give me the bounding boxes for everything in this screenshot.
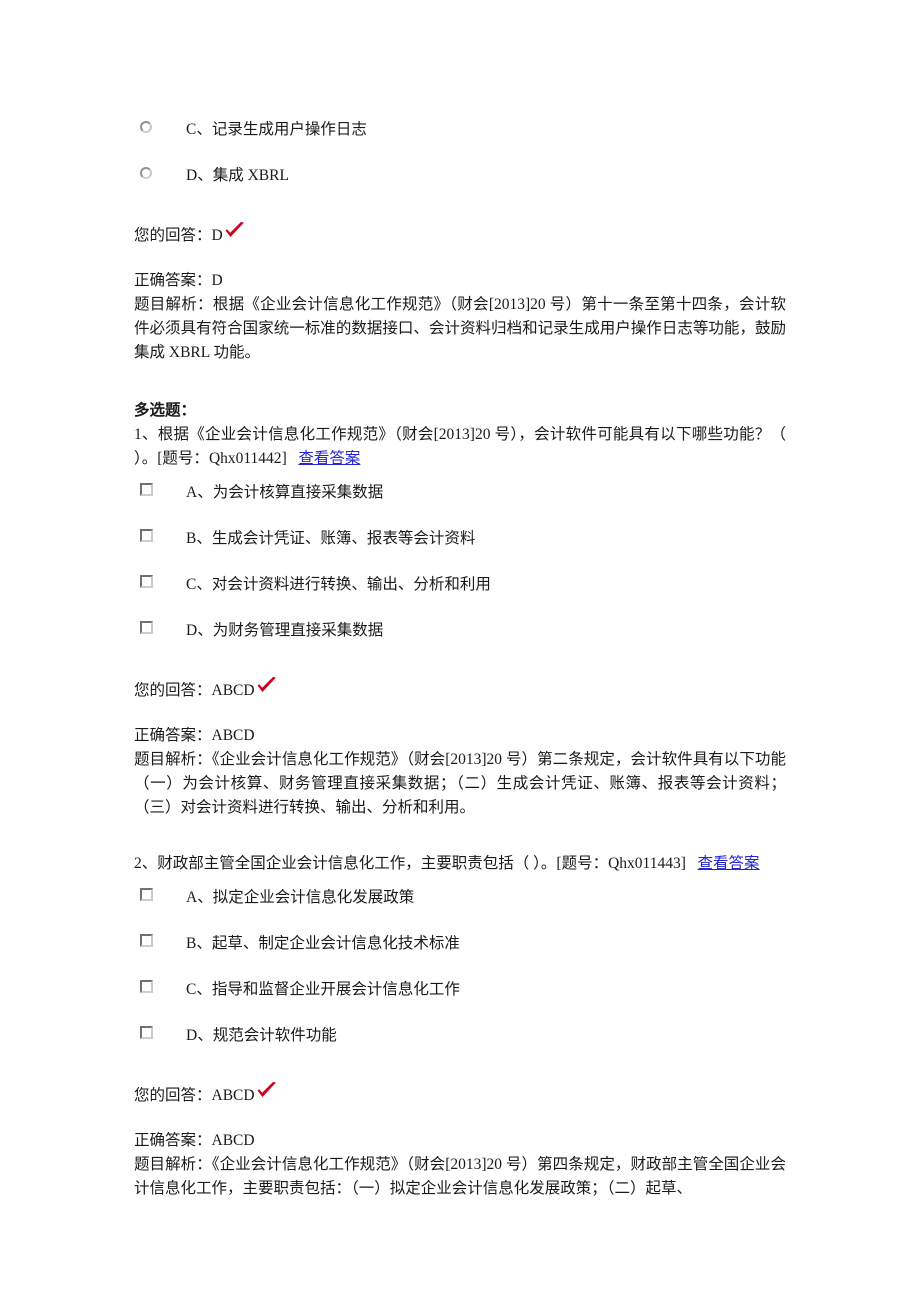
exam-review-page: C、记录生成用户操作日志 D、集成 XBRL 您的回答： D 正确答案：D 题目… bbox=[134, 0, 786, 1201]
option-row[interactable]: B、起草、制定企业会计信息化技术标准 bbox=[134, 932, 786, 978]
question-id-prefix: [题号： bbox=[157, 449, 209, 467]
option-label: B、起草、制定企业会计信息化技术标准 bbox=[186, 934, 460, 952]
correct-check-icon bbox=[256, 676, 278, 694]
question-id-prefix: [题号： bbox=[556, 854, 609, 872]
explanation-paragraph: 题目解析：根据《企业会计信息化工作规范》（财会[2013]20 号）第十一条至第… bbox=[134, 293, 786, 365]
option-label: B、生成会计凭证、账簿、报表等会计资料 bbox=[186, 529, 476, 547]
explanation-text: 《企业会计信息化工作规范》（财会[2013]20 号）第四条规定，财政部主管全国… bbox=[134, 1156, 786, 1198]
explanation-label: 题目解析： bbox=[134, 296, 213, 314]
option-row[interactable]: B、生成会计凭证、账簿、报表等会计资料 bbox=[134, 527, 786, 573]
question-id-suffix: ] bbox=[281, 449, 287, 467]
your-answer-label: 您的回答： bbox=[134, 227, 212, 244]
your-answer-line: 您的回答： ABCD bbox=[134, 1081, 786, 1107]
correct-answer-value: D bbox=[211, 272, 223, 290]
option-label: D、集成 XBRL bbox=[186, 167, 289, 184]
correct-answer-label: 正确答案： bbox=[134, 1132, 212, 1150]
correct-answer-line: 正确答案：ABCD bbox=[134, 724, 786, 748]
explanation-paragraph: 题目解析：《企业会计信息化工作规范》（财会[2013]20 号）第四条规定，财政… bbox=[134, 1153, 786, 1201]
checkbox-option-d[interactable] bbox=[140, 620, 153, 639]
question-number: 1、 bbox=[134, 425, 158, 443]
question-stem: 1、根据《企业会计信息化工作规范》（财会[2013]20 号），会计软件可能具有… bbox=[134, 423, 786, 471]
option-row[interactable]: C、指导和监督企业开展会计信息化工作 bbox=[134, 978, 786, 1024]
option-row[interactable]: D、规范会计软件功能 bbox=[134, 1024, 786, 1070]
question-id: Qhx011443 bbox=[608, 854, 681, 872]
checkbox-option-c[interactable] bbox=[140, 574, 153, 593]
correct-check-icon bbox=[256, 1081, 278, 1099]
your-answer-label: 您的回答： bbox=[134, 1086, 212, 1104]
option-row[interactable]: D、为财务管理直接采集数据 bbox=[134, 619, 786, 665]
your-answer-line: 您的回答： ABCD bbox=[134, 676, 786, 702]
option-row[interactable]: C、对会计资料进行转换、输出、分析和利用 bbox=[134, 573, 786, 619]
option-row[interactable]: D、集成 XBRL bbox=[134, 164, 786, 210]
checkbox-option-b[interactable] bbox=[140, 528, 153, 547]
option-row[interactable]: C、记录生成用户操作日志 bbox=[134, 118, 786, 164]
checkbox-option-a[interactable] bbox=[140, 482, 153, 501]
view-answer-link[interactable]: 查看答案 bbox=[298, 450, 360, 467]
checkbox-option-c[interactable] bbox=[140, 979, 153, 998]
checkbox-option-d[interactable] bbox=[140, 1025, 153, 1044]
radio-option-d[interactable] bbox=[140, 166, 152, 184]
your-answer-line: 您的回答： D bbox=[134, 221, 786, 247]
question-options: A、拟定企业会计信息化发展政策 B、起草、制定企业会计信息化技术标准 C、指导和… bbox=[134, 886, 786, 1070]
correct-answer-value: ABCD bbox=[211, 726, 255, 744]
correct-check-icon bbox=[224, 221, 246, 239]
explanation-label: 题目解析： bbox=[134, 750, 212, 768]
option-label: C、记录生成用户操作日志 bbox=[186, 121, 367, 138]
option-label: A、拟定企业会计信息化发展政策 bbox=[186, 888, 415, 906]
your-answer-value: ABCD bbox=[211, 1086, 255, 1104]
question-id-suffix: ] bbox=[680, 854, 686, 872]
option-label: D、规范会计软件功能 bbox=[186, 1026, 337, 1044]
your-answer-label: 您的回答： bbox=[134, 681, 212, 699]
correct-answer-label: 正确答案： bbox=[134, 726, 212, 744]
correct-answer-label: 正确答案： bbox=[134, 272, 212, 290]
explanation-text: 《企业会计信息化工作规范》（财会[2013]20 号）第二条规定，会计软件具有以… bbox=[134, 750, 786, 816]
explanation-paragraph: 题目解析：《企业会计信息化工作规范》（财会[2013]20 号）第二条规定，会计… bbox=[134, 748, 786, 820]
checkbox-option-b[interactable] bbox=[140, 933, 153, 952]
option-label: A、为会计核算直接采集数据 bbox=[186, 483, 384, 501]
question-id: Qhx011442 bbox=[208, 449, 282, 467]
checkbox-option-a[interactable] bbox=[140, 887, 153, 906]
explanation-label: 题目解析： bbox=[134, 1156, 212, 1174]
question-text: 财政部主管全国企业会计信息化工作，主要职责包括（ ）。 bbox=[157, 854, 557, 872]
correct-answer-line: 正确答案：ABCD bbox=[134, 1129, 786, 1153]
option-label: D、为财务管理直接采集数据 bbox=[186, 621, 384, 639]
question-stem: 2、财政部主管全国企业会计信息化工作，主要职责包括（ ）。[题号：Qhx0114… bbox=[134, 852, 786, 876]
question-number: 2、 bbox=[134, 854, 158, 872]
question-block: 2、财政部主管全国企业会计信息化工作，主要职责包括（ ）。[题号：Qhx0114… bbox=[134, 852, 786, 1201]
your-answer-value: D bbox=[211, 227, 223, 244]
radio-option-c[interactable] bbox=[140, 120, 152, 138]
explanation-text: 根据《企业会计信息化工作规范》（财会[2013]20 号）第十一条至第十四条，会… bbox=[134, 296, 786, 362]
option-label: C、指导和监督企业开展会计信息化工作 bbox=[186, 980, 460, 998]
question-options: A、为会计核算直接采集数据 B、生成会计凭证、账簿、报表等会计资料 C、对会计资… bbox=[134, 481, 786, 665]
correct-answer-value: ABCD bbox=[211, 1132, 255, 1150]
option-row[interactable]: A、为会计核算直接采集数据 bbox=[134, 481, 786, 527]
section-title: 多选题： bbox=[134, 402, 197, 420]
question-block: 1、根据《企业会计信息化工作规范》（财会[2013]20 号），会计软件可能具有… bbox=[134, 423, 786, 820]
option-row[interactable]: A、拟定企业会计信息化发展政策 bbox=[134, 886, 786, 932]
your-answer-value: ABCD bbox=[211, 681, 255, 699]
option-label: C、对会计资料进行转换、输出、分析和利用 bbox=[186, 575, 491, 593]
view-answer-link[interactable]: 查看答案 bbox=[698, 855, 760, 872]
correct-answer-line: 正确答案：D bbox=[134, 269, 786, 293]
single-choice-options: C、记录生成用户操作日志 D、集成 XBRL bbox=[134, 118, 786, 210]
